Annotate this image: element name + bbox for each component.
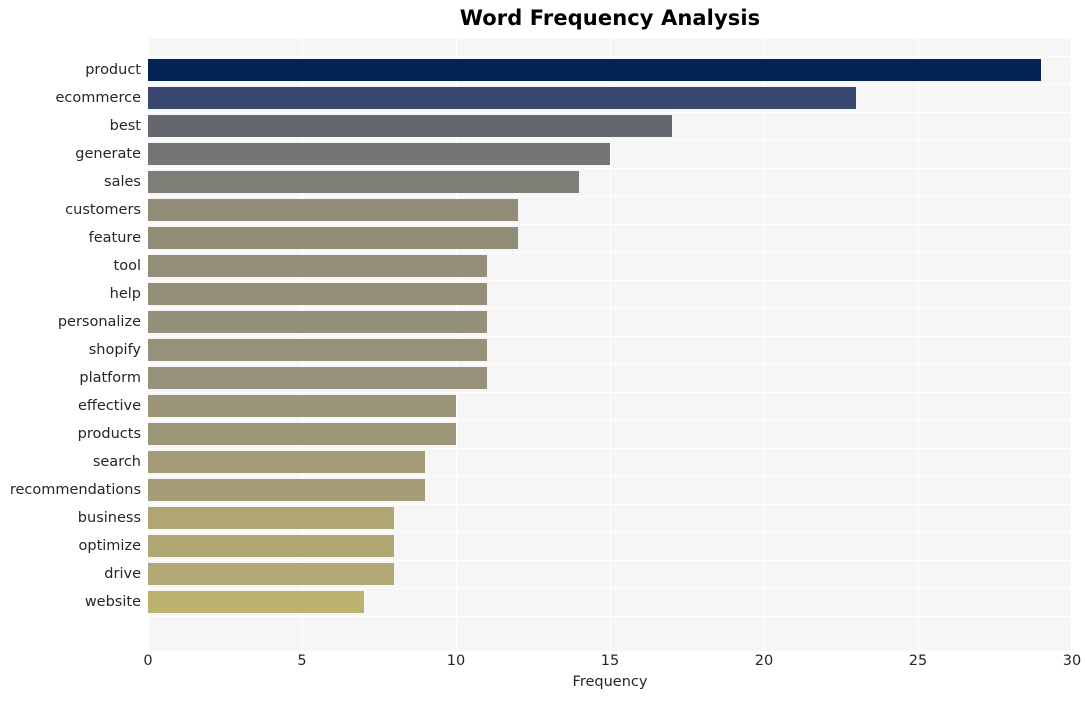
bar-row [148, 336, 1072, 364]
bar[interactable] [148, 591, 364, 613]
bar[interactable] [148, 563, 395, 585]
bar[interactable] [148, 395, 456, 417]
y-axis-tick-labels: product ecommerce best generate sales custome… [0, 38, 141, 651]
y-tick-label: best [109, 118, 141, 134]
bar-row [148, 168, 1072, 196]
x-tick-label: 0 [143, 653, 153, 669]
bar[interactable] [148, 311, 487, 333]
bar-row [148, 420, 1072, 448]
bar[interactable] [148, 171, 580, 193]
y-tick-label: tool [113, 258, 141, 274]
x-tick-label: 25 [908, 653, 928, 669]
bar[interactable] [148, 367, 487, 389]
bar-row [148, 476, 1072, 504]
bar-row [148, 224, 1072, 252]
bar[interactable] [148, 339, 487, 361]
x-axis-label: Frequency [572, 674, 648, 690]
chart-title: Word Frequency Analysis [459, 6, 761, 30]
bar-row [148, 280, 1072, 308]
bar-row [148, 448, 1072, 476]
y-tick-label: customers [65, 202, 141, 218]
y-tick-label: personalize [57, 314, 141, 330]
bar-row [148, 392, 1072, 420]
bar[interactable] [148, 451, 426, 473]
bar[interactable] [148, 283, 487, 305]
bar[interactable] [148, 479, 426, 501]
y-tick-label: help [109, 286, 141, 302]
gridline-y [148, 616, 1072, 617]
bar-row [148, 84, 1072, 112]
y-tick-label: website [84, 594, 141, 610]
y-tick-label: generate [75, 146, 141, 162]
y-tick-label: feature [88, 230, 141, 246]
bar[interactable] [148, 87, 857, 109]
word-frequency-chart-figure: Word Frequency Analysis product ecommerce… [0, 0, 1087, 701]
y-tick-label: shopify [88, 342, 141, 358]
y-tick-label: product [85, 62, 141, 78]
x-tick-label: 10 [446, 653, 466, 669]
y-tick-label: ecommerce [55, 90, 141, 106]
bar[interactable] [148, 423, 456, 445]
bar-row [148, 308, 1072, 336]
bar[interactable] [148, 535, 395, 557]
bar-row [148, 504, 1072, 532]
y-tick-label: sales [104, 174, 141, 190]
bar-row [148, 252, 1072, 280]
bar-row [148, 560, 1072, 588]
x-tick-label: 15 [600, 653, 620, 669]
x-tick-label: 20 [754, 653, 774, 669]
bar[interactable] [148, 507, 395, 529]
plot-area [148, 38, 1072, 651]
y-tick-label: platform [79, 370, 141, 386]
y-tick-label: drive [104, 566, 141, 582]
y-tick-label: business [77, 510, 141, 526]
bar-row [148, 112, 1072, 140]
bar[interactable] [148, 115, 672, 137]
y-tick-label: recommendations [9, 482, 141, 498]
bar-row [148, 196, 1072, 224]
bar[interactable] [148, 143, 610, 165]
bar-row [148, 532, 1072, 560]
bar-row [148, 56, 1072, 84]
y-tick-label: optimize [78, 538, 141, 554]
bar-row [148, 364, 1072, 392]
bar[interactable] [148, 255, 487, 277]
bar[interactable] [148, 227, 518, 249]
x-tick-label: 30 [1062, 653, 1082, 669]
y-tick-label: search [92, 454, 141, 470]
bar[interactable] [148, 199, 518, 221]
bar-row [148, 588, 1072, 616]
bar-row [148, 140, 1072, 168]
y-tick-label: effective [77, 398, 141, 414]
bar[interactable] [148, 59, 1042, 81]
x-tick-label: 5 [297, 653, 307, 669]
y-tick-label: products [77, 426, 141, 442]
